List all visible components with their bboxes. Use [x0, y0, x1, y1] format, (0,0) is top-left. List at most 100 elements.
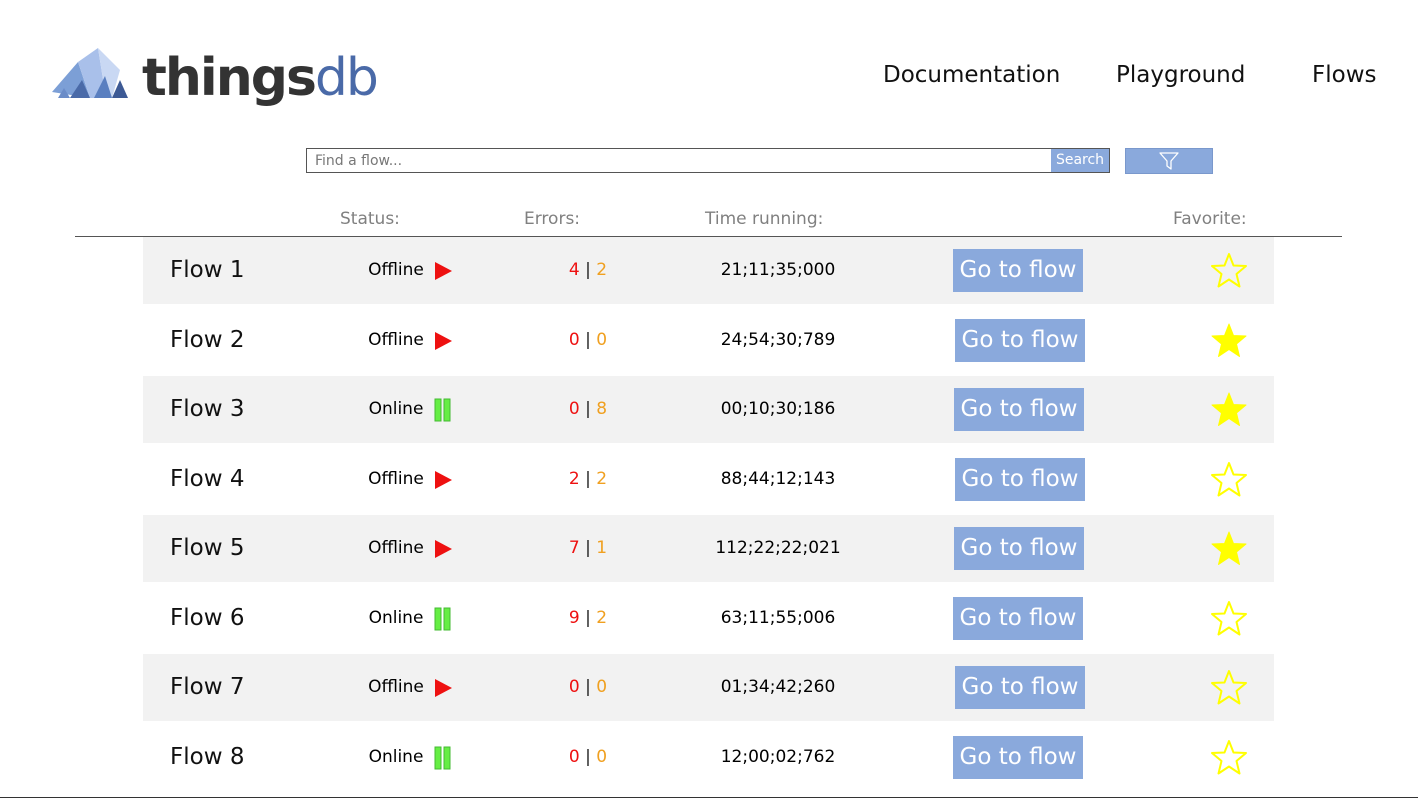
flow-status: Online [368, 399, 424, 419]
pause-icon[interactable] [433, 398, 453, 422]
flow-row: Flow 8 Online 0 | 0 12;00;02;762 Go to flow [143, 724, 1274, 791]
time-running: 112;22;22;021 [715, 538, 841, 558]
star-outline-icon[interactable] [1210, 461, 1248, 498]
star-filled-icon[interactable] [1210, 391, 1248, 428]
flow-name: Flow 3 [170, 396, 245, 422]
bottom-divider [0, 797, 1418, 798]
go-to-flow-button[interactable]: Go to flow [954, 527, 1084, 570]
flow-row: Flow 3 Online 0 | 8 00;10;30;186 Go to flow [143, 376, 1274, 443]
filter-button[interactable] [1125, 148, 1213, 174]
flow-errors: 0 | 0 [538, 328, 638, 352]
warning-count: 2 [596, 608, 608, 628]
time-running: 24;54;30;789 [720, 330, 836, 350]
time-running: 00;10;30;186 [720, 399, 836, 419]
flow-status: Offline [368, 260, 424, 280]
star-outline-icon[interactable] [1210, 600, 1248, 637]
flow-errors: 9 | 2 [538, 606, 638, 630]
flow-errors: 4 | 2 [538, 258, 638, 282]
flow-status: Online [368, 608, 424, 628]
play-icon[interactable] [433, 468, 453, 492]
flow-status: Offline [368, 330, 424, 350]
error-count: 0 [568, 747, 580, 767]
star-outline-icon[interactable] [1210, 252, 1248, 289]
error-separator: | [585, 747, 591, 767]
flow-row: Flow 1 Offline 4 | 2 21;11;35;000 Go to flow [143, 237, 1274, 304]
flow-row: Flow 2 Offline 0 | 0 24;54;30;789 Go to flow [143, 307, 1274, 374]
column-header-errors: Errors: [524, 209, 581, 229]
play-icon[interactable] [433, 329, 453, 353]
star-outline-icon[interactable] [1210, 669, 1248, 706]
nav-documentation[interactable]: Documentation [883, 62, 1060, 88]
time-running: 12;00;02;762 [720, 747, 836, 767]
go-to-flow-button[interactable]: Go to flow [954, 388, 1084, 431]
time-running: 01;34;42;260 [720, 677, 836, 697]
go-to-flow-button[interactable]: Go to flow [953, 249, 1083, 292]
error-separator: | [585, 330, 591, 350]
flow-name: Flow 1 [170, 257, 245, 283]
go-to-flow-button[interactable]: Go to flow [953, 736, 1083, 779]
time-running: 88;44;12;143 [720, 469, 836, 489]
play-icon[interactable] [433, 676, 453, 700]
column-header-time: Time running: [705, 209, 824, 229]
error-separator: | [585, 260, 591, 280]
flow-name: Flow 4 [170, 466, 245, 492]
play-icon[interactable] [433, 259, 453, 283]
error-count: 0 [568, 399, 580, 419]
search-bar: Search [306, 148, 1110, 173]
error-count: 0 [568, 677, 580, 697]
flow-row: Flow 5 Offline 7 | 1 112;22;22;021 Go to flo… [143, 515, 1274, 582]
warning-count: 0 [596, 747, 608, 767]
pause-icon[interactable] [433, 607, 453, 631]
error-separator: | [585, 538, 591, 558]
flow-errors: 0 | 8 [538, 397, 638, 421]
flow-name: Flow 2 [170, 327, 245, 353]
flow-status: Offline [368, 469, 424, 489]
error-count: 9 [568, 608, 580, 628]
warning-count: 8 [596, 399, 608, 419]
error-count: 7 [568, 538, 580, 558]
flow-name: Flow 6 [170, 605, 245, 631]
flow-row: Flow 7 Offline 0 | 0 01;34;42;260 Go to flow [143, 654, 1274, 721]
flow-status: Online [368, 747, 424, 767]
time-running: 63;11;55;006 [720, 608, 836, 628]
nav-flows[interactable]: Flows [1312, 62, 1377, 88]
pause-icon[interactable] [433, 746, 453, 770]
flow-name: Flow 8 [170, 744, 245, 770]
go-to-flow-button[interactable]: Go to flow [953, 597, 1083, 640]
warning-count: 2 [596, 469, 608, 489]
flow-row: Flow 6 Online 9 | 2 63;11;55;006 Go to flow [143, 585, 1274, 652]
error-separator: | [585, 677, 591, 697]
star-filled-icon[interactable] [1210, 530, 1248, 567]
error-separator: | [585, 399, 591, 419]
thingsdb-logo[interactable]: thingsdb [50, 40, 379, 115]
flow-row: Flow 4 Offline 2 | 2 88;44;12;143 Go to flow [143, 446, 1274, 513]
star-filled-icon[interactable] [1210, 322, 1248, 359]
error-count: 2 [568, 469, 580, 489]
flow-status: Offline [368, 677, 424, 697]
warning-count: 1 [596, 538, 608, 558]
error-count: 4 [568, 260, 580, 280]
flow-name: Flow 7 [170, 674, 245, 700]
play-icon[interactable] [433, 537, 453, 561]
logo-text: thingsdb [142, 48, 379, 108]
flow-errors: 2 | 2 [538, 467, 638, 491]
search-button[interactable]: Search [1051, 149, 1109, 172]
flow-errors: 7 | 1 [538, 536, 638, 560]
warning-count: 0 [596, 330, 608, 350]
warning-count: 0 [596, 677, 608, 697]
go-to-flow-button[interactable]: Go to flow [955, 458, 1085, 501]
error-count: 0 [568, 330, 580, 350]
logo-mark-icon [52, 48, 128, 98]
go-to-flow-button[interactable]: Go to flow [955, 666, 1085, 709]
flow-status: Offline [368, 538, 424, 558]
go-to-flow-button[interactable]: Go to flow [955, 319, 1085, 362]
search-input[interactable] [307, 149, 1049, 172]
flow-name: Flow 5 [170, 535, 245, 561]
nav-playground[interactable]: Playground [1116, 62, 1245, 88]
error-separator: | [585, 469, 591, 489]
error-separator: | [585, 608, 591, 628]
column-header-status: Status: [340, 209, 400, 229]
flow-errors: 0 | 0 [538, 745, 638, 769]
star-outline-icon[interactable] [1210, 739, 1248, 776]
warning-count: 2 [596, 260, 608, 280]
